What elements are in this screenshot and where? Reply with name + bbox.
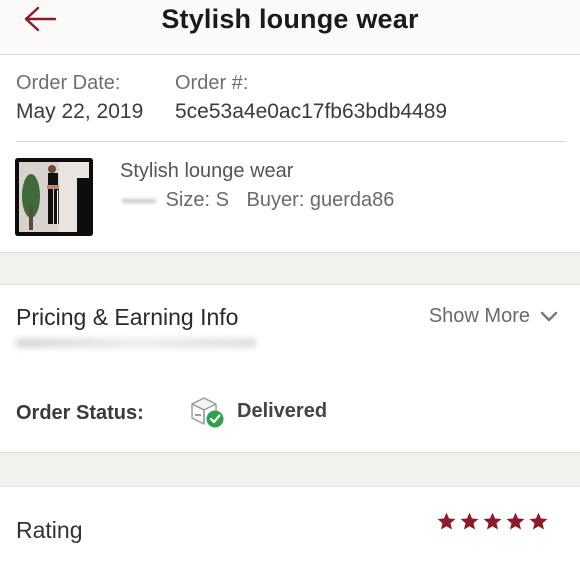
star-icon [506,512,525,530]
page-title: Stylish lounge wear [161,4,419,34]
redacted-price [120,192,150,209]
rating-card: Rating [0,486,580,581]
redacted-pricing-summary [16,338,256,348]
order-status-card: Order Status: Delivered [0,375,580,453]
show-more-label: Show More [428,305,530,327]
star-icon [529,512,548,530]
product-photo [15,158,93,236]
order-status-value: Delivered [237,400,328,422]
item-size: Size: S [165,189,229,211]
item-meta: Size: S Buyer: guerda86 [120,189,394,212]
order-details-card: Order Date: May 22, 2019 Order #: 5ce53a… [0,55,580,253]
star-icon [460,512,479,530]
star-icon [437,512,456,530]
package-delivered-icon [191,397,224,428]
app-header: Stylish lounge wear [0,0,580,55]
item-name: Stylish lounge wear [120,160,294,182]
pricing-earning-card: Pricing & Earning Info Show More [0,284,580,376]
show-more-button[interactable]: Show More [429,305,558,328]
chevron-down-icon [540,311,558,321]
order-status-label: Order Status: [16,402,144,424]
order-date-label: Order Date: [16,72,121,94]
order-number-label: Order #: [175,72,249,94]
star-icon [483,512,502,530]
order-number-value: 5ce53a4e0ac17fb63bdb4489 [175,100,448,123]
pricing-title: Pricing & Earning Info [16,304,239,330]
item-thumbnail[interactable] [15,158,93,236]
order-date-value: May 22, 2019 [16,100,144,123]
item-buyer: Buyer: guerda86 [246,189,395,211]
rating-stars [436,511,549,532]
rating-label: Rating [16,517,83,543]
divider [16,141,566,142]
